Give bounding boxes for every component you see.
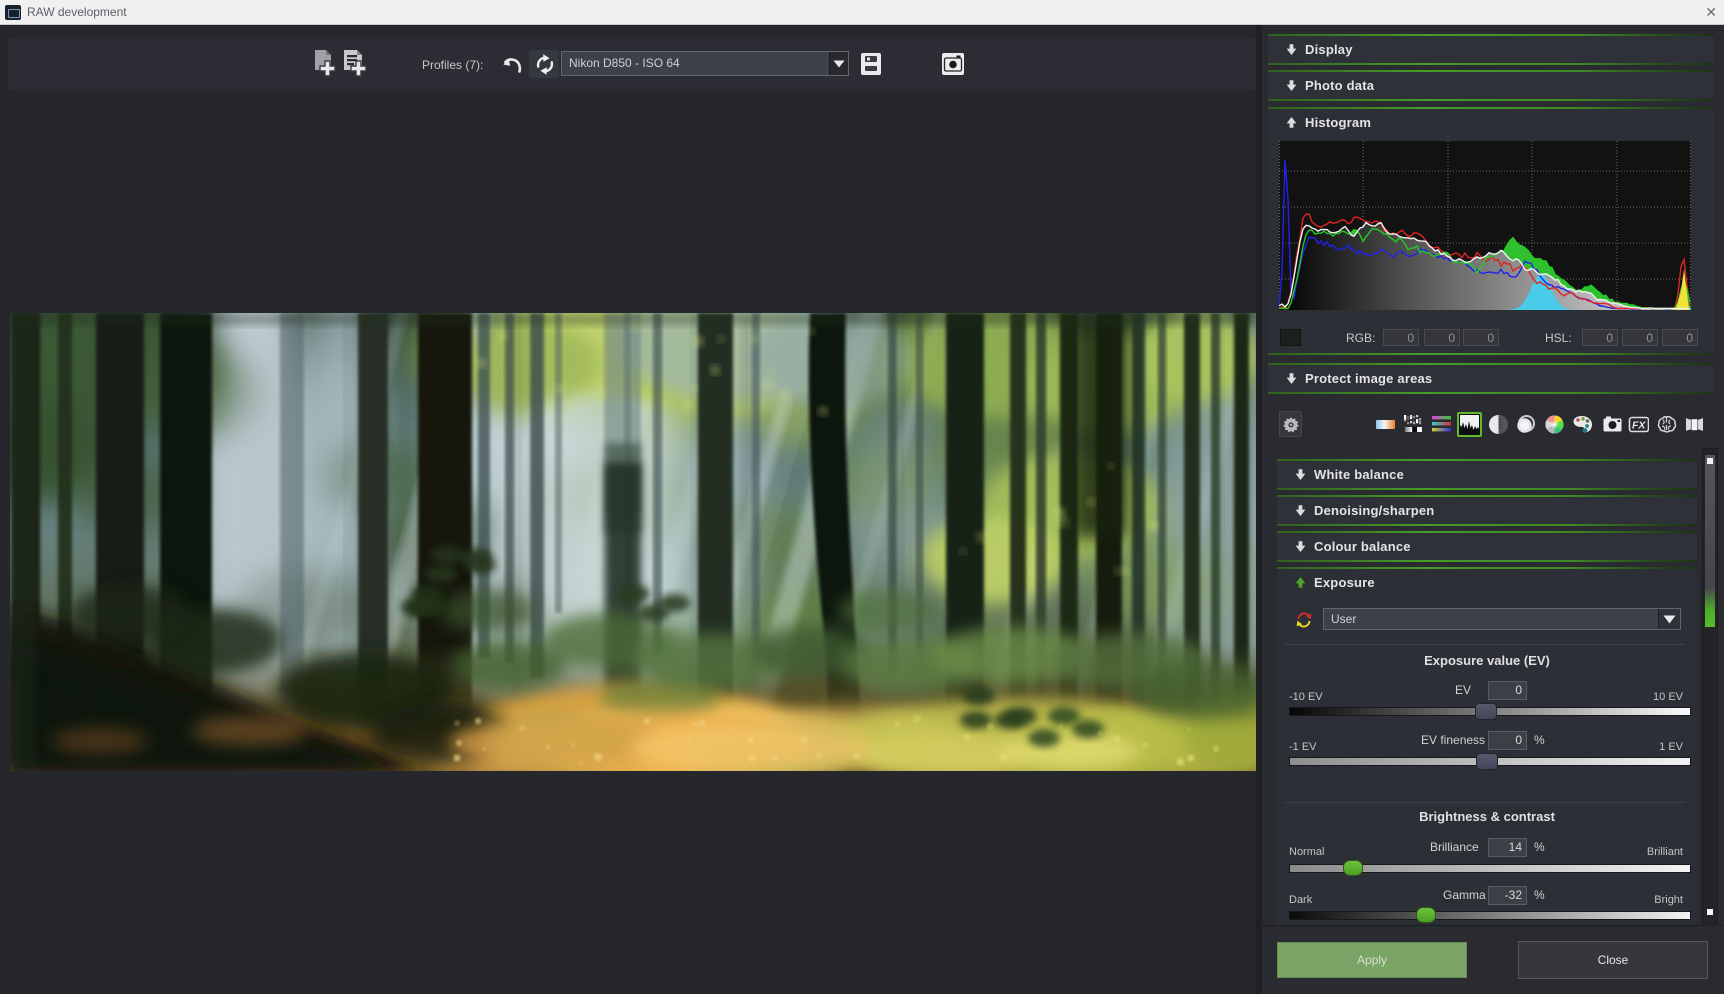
svg-text:FX: FX	[1632, 420, 1646, 432]
